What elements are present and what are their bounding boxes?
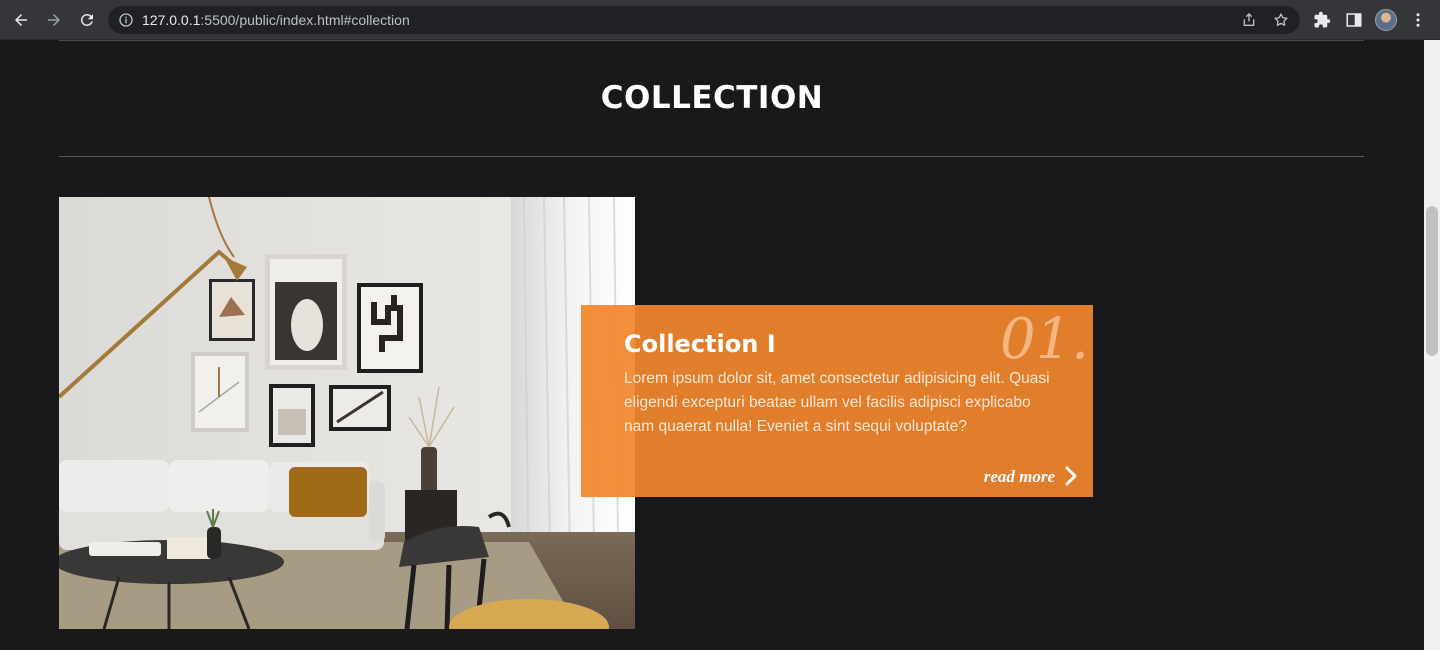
chevron-right-icon[interactable] (1063, 465, 1079, 487)
page-content: COLLECTION 01. Collection I Lorem ipsum … (0, 40, 1424, 650)
collection-photo (59, 197, 635, 629)
extensions-icon[interactable] (1310, 8, 1334, 32)
living-room-image (59, 197, 635, 629)
url-path: :5500/public/index.html#collection (200, 12, 410, 28)
browser-toolbar: 127.0.0.1:5500/public/index.html#collect… (0, 0, 1440, 40)
profile-avatar[interactable] (1375, 9, 1397, 31)
reload-icon[interactable] (75, 8, 99, 32)
divider (59, 40, 1364, 41)
url-text[interactable]: 127.0.0.1:5500/public/index.html#collect… (142, 12, 410, 28)
card-title: Collection I (624, 330, 776, 358)
page-scrollbar[interactable] (1424, 40, 1440, 650)
section-title: COLLECTION (600, 80, 824, 116)
star-icon[interactable] (1273, 12, 1289, 28)
side-panel-icon[interactable] (1342, 8, 1366, 32)
url-host: 127.0.0.1 (142, 12, 201, 28)
kebab-menu-icon[interactable] (1406, 8, 1430, 32)
card-description: Lorem ipsum dolor sit, amet consectetur … (624, 370, 1050, 435)
collection-card: 01. Collection I Lorem ipsum dolor sit, … (581, 305, 1093, 497)
card-number: 01. (999, 307, 1089, 372)
divider (59, 156, 1364, 157)
read-more-link[interactable]: read more (984, 467, 1055, 487)
back-arrow-icon[interactable] (9, 8, 33, 32)
scrollbar-thumb[interactable] (1426, 206, 1438, 356)
forward-arrow-icon[interactable] (42, 8, 66, 32)
share-icon[interactable] (1241, 12, 1257, 28)
address-bar[interactable]: 127.0.0.1:5500/public/index.html#collect… (108, 6, 1300, 34)
info-icon[interactable] (118, 12, 134, 28)
